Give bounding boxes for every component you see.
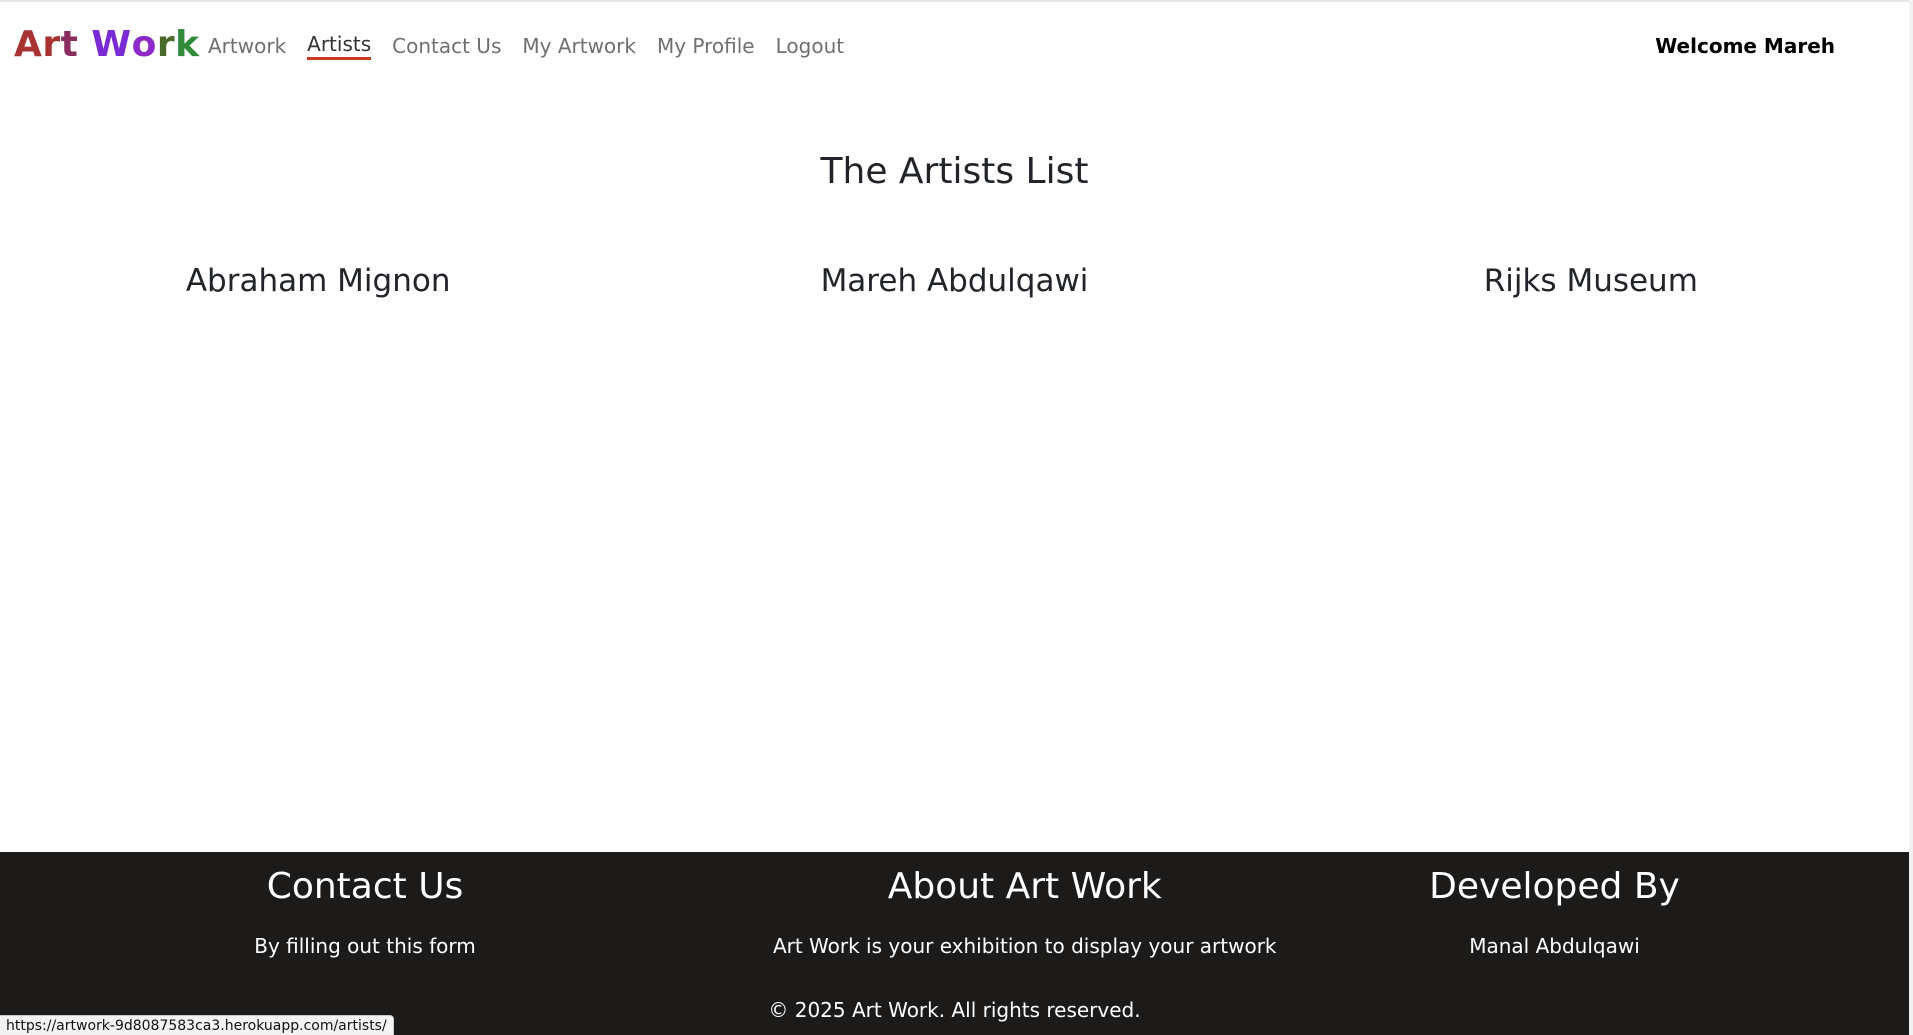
- navbar: Art Work Artwork Artists Contact Us My A…: [0, 0, 1909, 88]
- status-bar-url: https://artwork-9d8087583ca3.herokuapp.c…: [0, 1015, 394, 1035]
- footer-about: About Art Work Art Work is your exhibiti…: [730, 862, 1320, 960]
- nav-links: Artwork Artists Contact Us My Artwork My…: [208, 32, 865, 60]
- artist-item[interactable]: Mareh Abdulqawi: [636, 260, 1272, 302]
- nav-item-logout[interactable]: Logout: [776, 32, 844, 60]
- brand-letter: [78, 22, 91, 68]
- vertical-scrollbar[interactable]: [1909, 0, 1913, 1035]
- nav-item-contact-us[interactable]: Contact Us: [392, 32, 501, 60]
- brand-letter: A: [14, 24, 43, 65]
- footer-developed: Developed By Manal Abdulqawi: [1320, 862, 1910, 960]
- footer-about-text: Art Work is your exhibition to display y…: [772, 934, 1277, 958]
- footer-contact-heading: Contact Us: [266, 866, 464, 907]
- footer-about-heading: About Art Work: [887, 866, 1162, 907]
- nav-item-artwork[interactable]: Artwork: [208, 32, 286, 60]
- brand-letter: W: [91, 24, 132, 65]
- nav-item-my-artwork[interactable]: My Artwork: [522, 32, 636, 60]
- footer-columns: Contact Us By filling out this form Abou…: [0, 862, 1909, 960]
- page: Art Work Artwork Artists Contact Us My A…: [0, 0, 1913, 1035]
- footer-developed-heading: Developed By: [1429, 866, 1680, 907]
- footer-developer-name: Manal Abdulqawi: [1469, 934, 1640, 958]
- brand-letter: o: [131, 24, 157, 65]
- nav-item-artists[interactable]: Artists: [307, 32, 372, 60]
- artists-list: Abraham Mignon Mareh Abdulqawi Rijks Mus…: [0, 260, 1909, 302]
- artist-item[interactable]: Rijks Museum: [1273, 260, 1909, 302]
- footer-contact-link[interactable]: By filling out this form: [0, 932, 730, 960]
- footer: Contact Us By filling out this form Abou…: [0, 852, 1909, 1035]
- page-title: The Artists List: [820, 151, 1089, 192]
- footer-contact: Contact Us By filling out this form: [0, 862, 730, 960]
- brand-letter: t: [60, 24, 79, 65]
- welcome-message: Welcome Mareh: [1655, 34, 1835, 58]
- brand-letter: k: [175, 24, 200, 65]
- nav-item-my-profile[interactable]: My Profile: [657, 32, 755, 60]
- brand-logo[interactable]: Art Work: [14, 22, 200, 68]
- brand-letter: r: [156, 24, 176, 65]
- artist-item[interactable]: Abraham Mignon: [0, 260, 636, 302]
- brand-letter: r: [42, 24, 61, 65]
